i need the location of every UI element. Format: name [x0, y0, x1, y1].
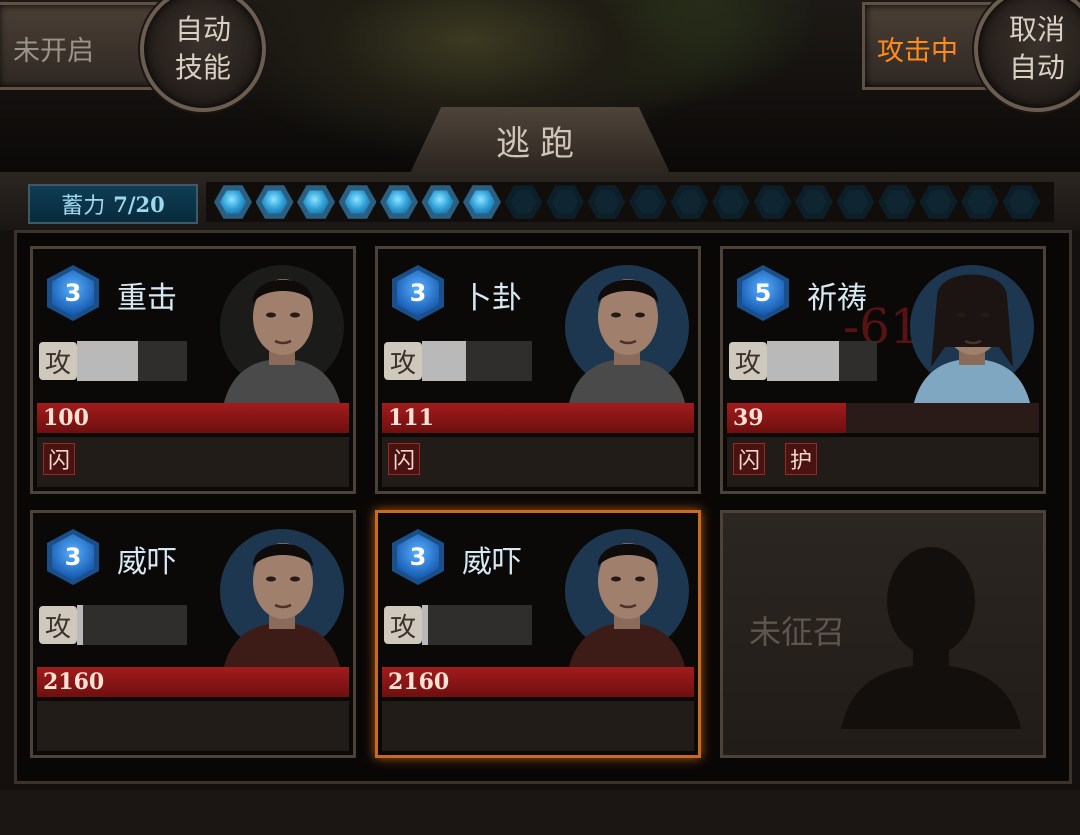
status-tags-area: 闪	[37, 437, 349, 487]
charge-gem-empty	[629, 185, 667, 219]
status-tags-area	[382, 701, 694, 751]
skill-level-value: 3	[397, 534, 439, 580]
charge-gem-empty	[1002, 185, 1041, 219]
status-tags-area: 闪护	[727, 437, 1039, 487]
attack-tag: 攻	[39, 606, 77, 644]
empty-slot-card[interactable]: 未征召	[720, 510, 1046, 758]
skill-name: 卜卦	[462, 281, 522, 316]
charge-gem-filled	[421, 185, 460, 219]
hero-card[interactable]: 3 威吓攻 2160	[375, 510, 701, 758]
status-tag: 闪	[733, 443, 765, 475]
status-tags-area: 闪	[382, 437, 694, 487]
charge-gem-empty	[712, 185, 750, 219]
charge-gem-empty	[836, 185, 875, 219]
attack-gauge: 攻	[39, 341, 187, 381]
silhouette-icon	[841, 547, 1021, 729]
skill-level-badge: 3	[47, 529, 99, 585]
attack-fill	[767, 341, 839, 381]
charge-gem-filled	[380, 185, 418, 219]
attack-fill	[422, 605, 428, 645]
charge-gem-filled	[255, 185, 294, 219]
attack-track	[422, 605, 532, 645]
hero-portrait	[217, 257, 347, 407]
skill-name: 威吓	[117, 545, 177, 580]
skill-name: 威吓	[462, 545, 522, 580]
charge-gem-empty	[878, 185, 916, 219]
flee-button[interactable]: 逃跑	[410, 107, 670, 173]
hp-value: 111	[388, 405, 434, 431]
skill-level-value: 3	[52, 534, 94, 580]
charge-gem-empty	[546, 185, 584, 219]
attack-fill	[77, 605, 83, 645]
skill-level-badge: 5	[737, 265, 789, 321]
charge-bar: 蓄力 7/20	[0, 172, 1080, 230]
empty-slot-label: 未征召	[749, 613, 846, 651]
hp-value: 100	[43, 405, 89, 431]
attack-gauge: 攻	[384, 605, 532, 645]
hp-bar: 100	[37, 403, 349, 433]
status-tag: 护	[785, 443, 817, 475]
hero-card[interactable]: 3 重击攻 100 闪	[30, 246, 356, 494]
attack-gauge: 攻	[39, 605, 187, 645]
hp-bar: 111	[382, 403, 694, 433]
charge-counter: 蓄力 7/20	[28, 184, 198, 224]
skill-level-value: 5	[742, 270, 784, 316]
auto-skill-status-text: 未开启	[13, 36, 94, 67]
hp-value: 39	[733, 405, 764, 431]
hero-card[interactable]: 3 卜卦攻 111 闪	[375, 246, 701, 494]
skill-level-value: 3	[52, 270, 94, 316]
cancel-auto-label: 取消 自动	[1008, 13, 1065, 84]
attack-fill	[422, 341, 466, 381]
attack-tag: 攻	[729, 342, 767, 380]
charge-gem-empty	[795, 185, 833, 219]
charge-value: 7/20	[113, 191, 165, 217]
charge-gem-empty	[919, 185, 958, 219]
attack-tag: 攻	[384, 606, 422, 644]
skill-level-value: 3	[397, 270, 439, 316]
skill-name: 祈祷	[807, 281, 867, 316]
hp-bar: 39	[727, 403, 1039, 433]
attack-tag: 攻	[39, 342, 77, 380]
charge-gem-empty	[961, 185, 999, 219]
hero-portrait	[907, 257, 1037, 407]
auto-skill-label: 自动 技能	[174, 13, 231, 84]
status-tags-area	[37, 701, 349, 751]
hp-value: 2160	[43, 669, 105, 695]
status-tag: 闪	[388, 443, 420, 475]
attack-track	[767, 341, 877, 381]
attack-track	[77, 341, 187, 381]
hero-portrait	[562, 257, 692, 407]
charge-gem-filled	[297, 185, 335, 219]
attack-status-text: 攻击中	[877, 36, 958, 67]
hp-value: 2160	[388, 669, 450, 695]
attack-gauge: 攻	[729, 341, 877, 381]
attack-tag: 攻	[384, 342, 422, 380]
footer-strip	[0, 790, 1080, 835]
hp-bar: 2160	[382, 667, 694, 697]
hero-card[interactable]: -61 5 祈祷攻 39 闪护	[720, 246, 1046, 494]
skill-name: 重击	[117, 281, 177, 316]
charge-gem-empty	[753, 185, 792, 219]
hp-bar: 2160	[37, 667, 349, 697]
charge-gem-filled	[338, 185, 377, 219]
skill-level-badge: 3	[392, 265, 444, 321]
flee-label: 逃跑	[496, 123, 584, 164]
charge-gem-empty	[504, 185, 543, 219]
skill-level-badge: 3	[392, 529, 444, 585]
attack-track	[77, 605, 187, 645]
charge-gem-filled	[214, 185, 252, 219]
hero-portrait	[217, 521, 347, 671]
skill-level-badge: 3	[47, 265, 99, 321]
charge-gem-track	[206, 182, 1054, 222]
hero-portrait	[562, 521, 692, 671]
charge-gem-filled	[463, 185, 501, 219]
attack-gauge: 攻	[384, 341, 532, 381]
charge-gem-empty	[670, 185, 709, 219]
attack-track	[422, 341, 532, 381]
status-tag: 闪	[43, 443, 75, 475]
attack-fill	[77, 341, 138, 381]
charge-gem-empty	[587, 185, 626, 219]
hero-card[interactable]: 3 威吓攻 2160	[30, 510, 356, 758]
charge-label: 蓄力	[61, 194, 106, 219]
